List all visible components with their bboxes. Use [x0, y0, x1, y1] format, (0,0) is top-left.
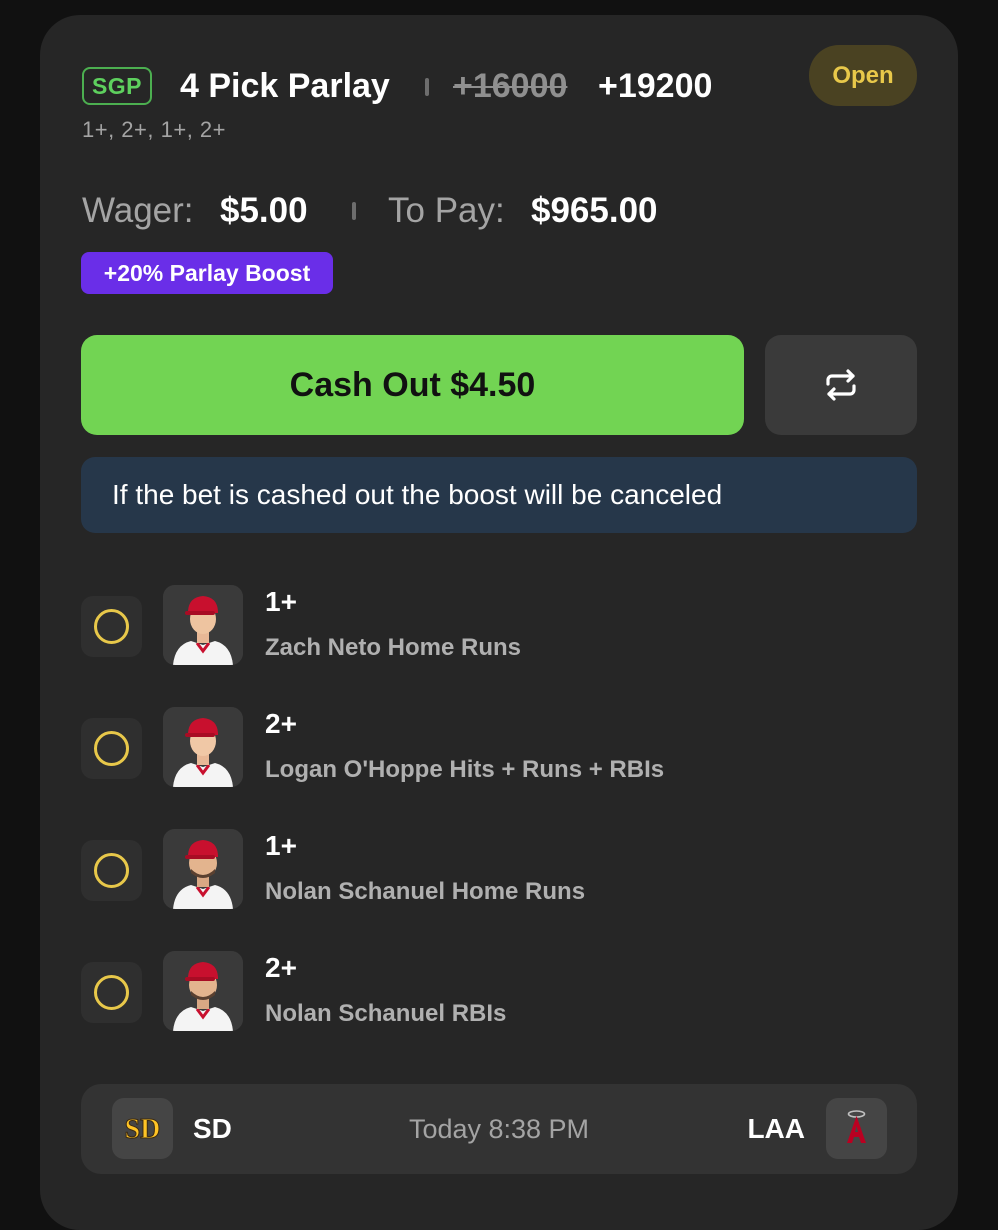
leg-line: 2+	[265, 952, 297, 983]
leg-description: Logan O'Hoppe Hits + Runs + RBIs	[265, 756, 665, 783]
leg-status	[81, 840, 142, 901]
wager-value: $5.00	[220, 191, 308, 230]
pending-circle-icon	[94, 975, 129, 1010]
pending-circle-icon	[94, 609, 129, 644]
leg-item[interactable]: 1+ Zach Neto Home Runs	[0, 585, 998, 675]
leg-line: 1+	[265, 586, 297, 617]
cashout-notice: If the bet is cashed out the boost will …	[81, 457, 917, 533]
to-pay-value: $965.00	[531, 191, 658, 230]
wager-label: Wager:	[82, 191, 194, 230]
player-headshot-icon	[163, 829, 243, 909]
sgp-badge: SGP	[82, 67, 152, 105]
player-avatar	[163, 585, 243, 665]
leg-line: 1+	[265, 830, 297, 861]
leg-item[interactable]: 1+ Nolan Schanuel Home Runs	[0, 829, 998, 919]
player-avatar	[163, 829, 243, 909]
bet-title: 4 Pick Parlay	[180, 67, 390, 105]
home-team: LAA	[747, 1113, 805, 1144]
game-info-bar[interactable]: SD SD Today 8:38 PM LAA	[81, 1084, 917, 1174]
title-divider	[425, 78, 429, 96]
player-headshot-icon	[163, 951, 243, 1031]
status-badge: Open	[809, 45, 917, 106]
boosted-odds: +19200	[598, 67, 713, 105]
leg-status	[81, 962, 142, 1023]
leg-status	[81, 718, 142, 779]
player-avatar	[163, 951, 243, 1031]
player-avatar	[163, 707, 243, 787]
cash-out-button[interactable]: Cash Out $4.50	[81, 335, 744, 435]
leg-description: Nolan Schanuel RBIs	[265, 1000, 507, 1027]
pending-circle-icon	[94, 853, 129, 888]
leg-item[interactable]: 2+ Logan O'Hoppe Hits + Runs + RBIs	[0, 707, 998, 797]
player-headshot-icon	[163, 707, 243, 787]
payout-divider	[352, 202, 356, 220]
bet-subtitle: 1+, 2+, 1+, 2+	[82, 117, 227, 142]
leg-description: Nolan Schanuel Home Runs	[265, 878, 586, 905]
angels-logo-icon	[826, 1098, 887, 1159]
leg-description: Zach Neto Home Runs	[265, 634, 522, 661]
to-pay-label: To Pay:	[388, 191, 505, 230]
player-headshot-icon	[163, 585, 243, 665]
parlay-boost-badge: +20% Parlay Boost	[81, 252, 333, 294]
edit-bet-button[interactable]	[765, 335, 917, 435]
pending-circle-icon	[94, 731, 129, 766]
leg-status	[81, 596, 142, 657]
repeat-icon	[826, 369, 856, 401]
leg-item[interactable]: 2+ Nolan Schanuel RBIs	[0, 951, 998, 1041]
original-odds: +16000	[453, 67, 568, 105]
leg-line: 2+	[265, 708, 297, 739]
